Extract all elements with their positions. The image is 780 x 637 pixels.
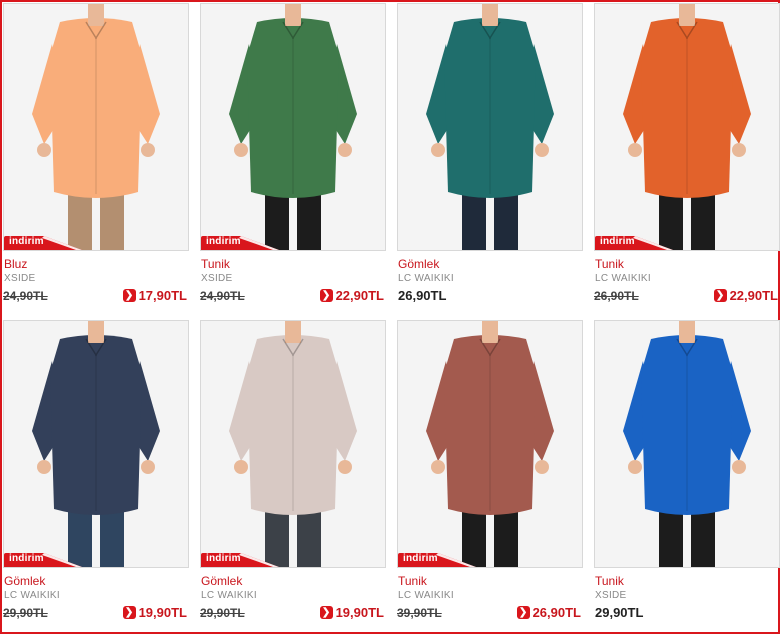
discount-badge-label: indirim bbox=[206, 553, 241, 564]
sale-price-value: 19,90TL bbox=[138, 605, 187, 620]
discount-badge-label: indirim bbox=[600, 236, 635, 247]
product-price: 26,90TL bbox=[398, 288, 447, 303]
model-photo bbox=[398, 321, 582, 567]
old-price: 29,90TL bbox=[200, 606, 245, 620]
sale-price: ❯ 19,90TL bbox=[122, 605, 187, 620]
product-category[interactable]: Gömlek bbox=[4, 574, 45, 588]
product-brand: LC WAIKIKI bbox=[201, 590, 257, 601]
product-category[interactable]: Gömlek bbox=[201, 574, 242, 588]
sale-price: ❯ 22,90TL bbox=[713, 288, 778, 303]
product-card[interactable]: Gömlek LC WAIKIKI 26,90TL bbox=[397, 3, 583, 320]
chevron-right-icon: ❯ bbox=[713, 289, 727, 302]
sale-price-value: 19,90TL bbox=[335, 605, 384, 620]
old-price: 39,90TL bbox=[397, 606, 442, 620]
product-card[interactable]: indirim Gömlek LC WAIKIKI 29,90TL ❯ 19,90TL bbox=[200, 320, 386, 637]
product-brand: LC WAIKIKI bbox=[398, 590, 454, 601]
product-brand: XSIDE bbox=[595, 590, 627, 601]
sale-price-value: 17,90TL bbox=[138, 288, 187, 303]
model-photo bbox=[595, 4, 779, 250]
sale-price-value: 22,90TL bbox=[335, 288, 384, 303]
old-price: 24,90TL bbox=[200, 289, 245, 303]
chevron-right-icon: ❯ bbox=[319, 606, 333, 619]
product-brand: XSIDE bbox=[201, 273, 233, 284]
sale-price: ❯ 22,90TL bbox=[319, 288, 384, 303]
discount-badge: indirim bbox=[201, 551, 279, 567]
product-card[interactable]: indirim Tunik XSIDE 24,90TL ❯ 22,90TL bbox=[200, 3, 386, 320]
old-price: 26,90TL bbox=[594, 289, 639, 303]
model-photo bbox=[4, 4, 188, 250]
chevron-right-icon: ❯ bbox=[122, 606, 136, 619]
product-image[interactable]: indirim bbox=[200, 3, 386, 251]
model-photo bbox=[595, 321, 779, 567]
product-card[interactable]: indirim Tunik LC WAIKIKI 26,90TL ❯ 22,90TL bbox=[594, 3, 780, 320]
product-image[interactable]: indirim bbox=[594, 3, 780, 251]
discount-badge: indirim bbox=[398, 551, 476, 567]
discount-badge: indirim bbox=[4, 551, 82, 567]
chevron-right-icon: ❯ bbox=[516, 606, 530, 619]
product-card[interactable]: indirim Tunik LC WAIKIKI 39,90TL ❯ 26,90TL bbox=[397, 320, 583, 637]
product-price: 29,90TL bbox=[595, 605, 644, 620]
old-price: 24,90TL bbox=[3, 289, 48, 303]
product-category[interactable]: Tunik bbox=[201, 257, 230, 271]
sale-price: ❯ 26,90TL bbox=[516, 605, 581, 620]
product-category[interactable]: Gömlek bbox=[398, 257, 439, 271]
discount-badge-label: indirim bbox=[403, 553, 438, 564]
model-photo bbox=[201, 321, 385, 567]
old-price: 29,90TL bbox=[3, 606, 48, 620]
chevron-right-icon: ❯ bbox=[319, 289, 333, 302]
product-category[interactable]: Bluz bbox=[4, 257, 27, 271]
discount-badge-label: indirim bbox=[9, 553, 44, 564]
product-brand: LC WAIKIKI bbox=[398, 273, 454, 284]
sale-price: ❯ 17,90TL bbox=[122, 288, 187, 303]
sale-price: ❯ 19,90TL bbox=[319, 605, 384, 620]
product-image[interactable]: indirim bbox=[200, 320, 386, 568]
product-category[interactable]: Tunik bbox=[398, 574, 427, 588]
discount-badge: indirim bbox=[4, 234, 82, 250]
discount-badge-label: indirim bbox=[206, 236, 241, 247]
product-image[interactable] bbox=[594, 320, 780, 568]
product-brand: LC WAIKIKI bbox=[4, 590, 60, 601]
model-photo bbox=[398, 4, 582, 250]
model-photo bbox=[201, 4, 385, 250]
product-card[interactable]: indirim Bluz XSIDE 24,90TL ❯ 17,90TL bbox=[3, 3, 189, 320]
product-category[interactable]: Tunik bbox=[595, 574, 624, 588]
model-photo bbox=[4, 321, 188, 567]
discount-badge-label: indirim bbox=[9, 236, 44, 247]
product-image[interactable]: indirim bbox=[3, 3, 189, 251]
chevron-right-icon: ❯ bbox=[122, 289, 136, 302]
product-card[interactable]: Tunik XSIDE 29,90TL bbox=[594, 320, 780, 637]
sale-price-value: 26,90TL bbox=[532, 605, 581, 620]
product-image[interactable] bbox=[397, 3, 583, 251]
product-image[interactable]: indirim bbox=[397, 320, 583, 568]
product-category[interactable]: Tunik bbox=[595, 257, 624, 271]
product-image[interactable]: indirim bbox=[3, 320, 189, 568]
product-brand: XSIDE bbox=[4, 273, 36, 284]
discount-badge: indirim bbox=[595, 234, 673, 250]
product-grid: indirim Bluz XSIDE 24,90TL ❯ 17,90TL indirim Tu… bbox=[3, 3, 780, 637]
product-brand: LC WAIKIKI bbox=[595, 273, 651, 284]
sale-price-value: 22,90TL bbox=[729, 288, 778, 303]
product-card[interactable]: indirim Gömlek LC WAIKIKI 29,90TL ❯ 19,90TL bbox=[3, 320, 189, 637]
discount-badge: indirim bbox=[201, 234, 279, 250]
